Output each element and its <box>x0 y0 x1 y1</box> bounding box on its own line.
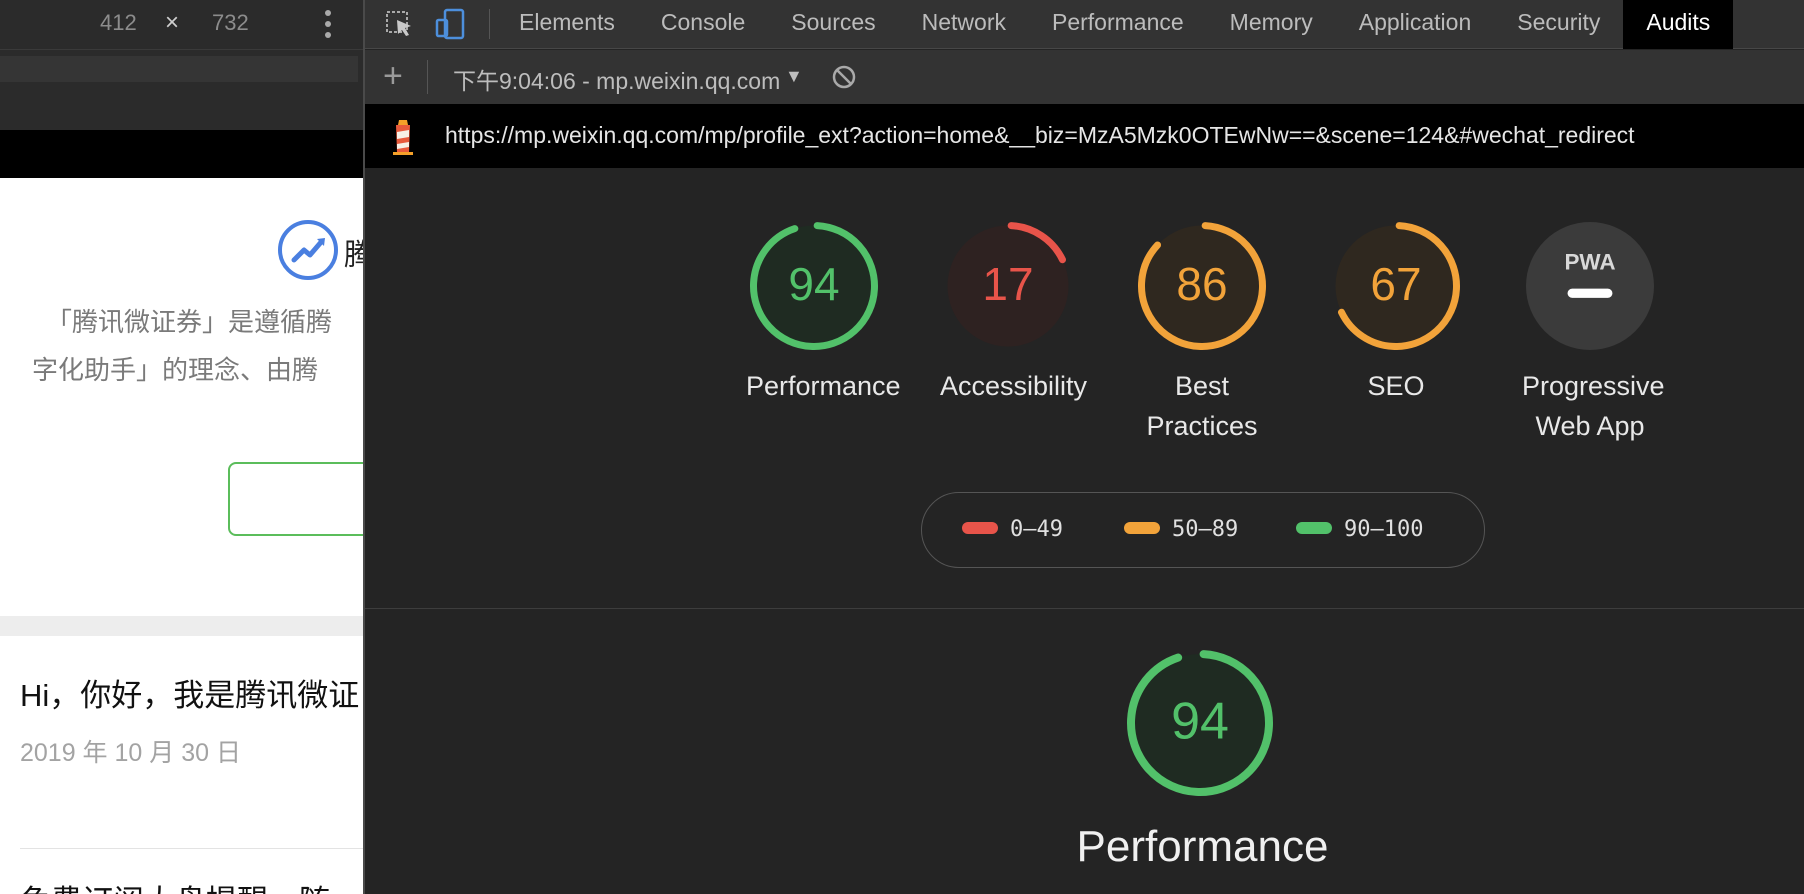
section-divider <box>365 608 1804 609</box>
article-title[interactable]: Hi，你好，我是腾讯微证 <box>20 670 359 715</box>
tab-performance[interactable]: Performance <box>1029 0 1207 49</box>
pwa-badge-text: PWA <box>1564 249 1615 274</box>
gauge-score: 17 <box>982 258 1033 310</box>
gauge-label: Performance <box>746 371 901 401</box>
report-url-bar: https://mp.weixin.qq.com/mp/profile_ext?… <box>365 104 1804 168</box>
page-header-bar <box>0 130 363 178</box>
tab-audits[interactable]: Audits <box>1623 0 1734 49</box>
tab-security[interactable]: Security <box>1494 0 1623 49</box>
media-query-bar <box>0 50 363 88</box>
tab-elements[interactable]: Elements <box>496 0 638 49</box>
tab-network[interactable]: Network <box>899 0 1029 49</box>
performance-section-gauge: 94 <box>1125 648 1275 803</box>
inspect-element-icon[interactable] <box>383 8 415 40</box>
tab-application[interactable]: Application <box>1336 0 1495 49</box>
clear-reports-icon[interactable] <box>831 64 857 90</box>
legend-swatch-pass <box>1296 522 1332 534</box>
ruler <box>0 56 358 82</box>
devtools-tabs: Elements Console Sources Network Performance… <box>496 0 1734 49</box>
ruler-bar <box>0 88 363 130</box>
gauge-score: 86 <box>1176 258 1227 310</box>
score-legend: 0–49 50–89 90–100 <box>921 492 1485 568</box>
gauge-label: SEO <box>1367 371 1425 401</box>
account-intro-line: 字化助手」的理念、由腾 <box>32 355 319 385</box>
device-height-input[interactable]: 732 <box>212 10 249 36</box>
gauge-score: 94 <box>1171 693 1229 751</box>
account-intro-line: 「腾讯微证券」是遵循腾 <box>46 307 333 337</box>
gauge-progressive-web-app[interactable]: PWA Progressive Web App <box>1500 220 1680 446</box>
legend-swatch-average <box>1124 522 1160 534</box>
gauge-score: 67 <box>1370 258 1421 310</box>
gauge-best-practices[interactable]: 86 Best Practices <box>1112 220 1292 446</box>
devtools-tab-bar: Elements Console Sources Network Performance… <box>365 0 1804 49</box>
new-audit-icon[interactable]: + <box>383 58 403 94</box>
tab-sources[interactable]: Sources <box>768 0 898 49</box>
gauge-label: Best Practices <box>1146 371 1258 441</box>
tab-console[interactable]: Console <box>638 0 768 49</box>
toolbar-divider <box>489 9 490 39</box>
report-select[interactable]: 下午9:04:06 - mp.weixin.qq.com <box>453 62 783 96</box>
gauge-label: Progressive Web App <box>1522 371 1665 441</box>
device-toolbar-icon[interactable] <box>435 8 467 40</box>
section-separator <box>0 616 363 636</box>
dropdown-arrow-icon[interactable]: ▼ <box>785 66 803 87</box>
article-date: 2019 年 10 月 30 日 <box>20 739 241 767</box>
device-width-input[interactable]: 412 <box>100 10 137 36</box>
article-title[interactable]: 免费订阅大盘提醒，随 <box>20 876 330 894</box>
gauge-performance[interactable]: 94 Performance <box>724 220 904 406</box>
legend-item-fail: 0–49 <box>962 517 1063 542</box>
legend-item-pass: 90–100 <box>1296 517 1423 542</box>
performance-section-title: Performance <box>1076 822 1329 871</box>
pwa-dash-icon <box>1567 288 1613 298</box>
report-url[interactable]: https://mp.weixin.qq.com/mp/profile_ext?… <box>445 122 1635 149</box>
gauge-accessibility[interactable]: 17 Accessibility <box>918 220 1098 406</box>
audits-toolbar: + 下午9:04:06 - mp.weixin.qq.com ▼ <box>365 50 1804 104</box>
device-toolbar: 412 × 732 <box>0 0 363 50</box>
account-logo-icon <box>278 220 338 280</box>
account-name: 腾 <box>344 239 363 272</box>
legend-swatch-fail <box>962 522 998 534</box>
gauge-label: Accessibility <box>940 371 1088 401</box>
legend-item-average: 50–89 <box>1124 517 1238 542</box>
gauge-score: 94 <box>788 258 839 310</box>
more-options-icon[interactable] <box>318 6 338 42</box>
gauge-background <box>1526 222 1654 350</box>
lighthouse-icon <box>389 118 417 156</box>
article-divider <box>20 848 363 849</box>
emulated-page: 412 × 732 腾 「腾讯微证券」是遵循腾 字化助手」的理念、由腾 Hi，你… <box>0 0 363 894</box>
toolbar-divider <box>427 60 428 94</box>
devtools-panel: Elements Console Sources Network Performance… <box>363 0 1804 894</box>
follow-button[interactable] <box>228 462 363 536</box>
tab-memory[interactable]: Memory <box>1207 0 1336 49</box>
gauge-seo[interactable]: 67 SEO <box>1306 220 1486 406</box>
dimension-separator: × <box>165 9 180 36</box>
